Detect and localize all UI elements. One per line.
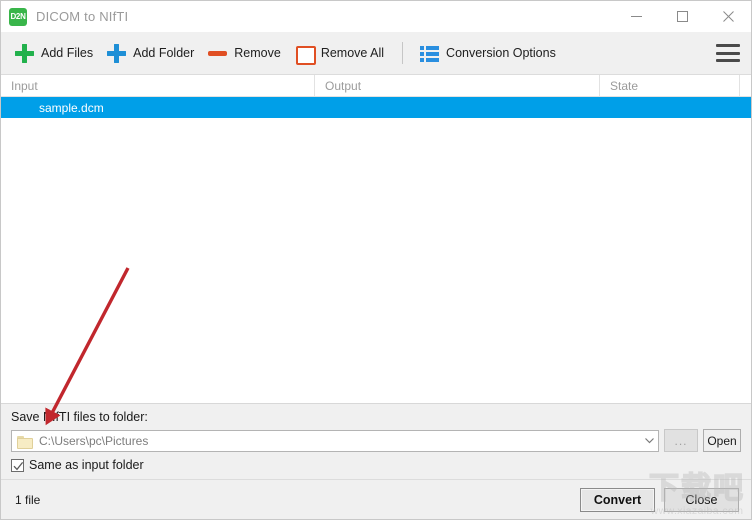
main-toolbar: Add Files Add Folder Remove Remove All C… [1,32,751,75]
chevron-down-icon[interactable] [640,431,658,451]
remove-all-label: Remove All [320,46,385,60]
list-options-icon [420,44,440,63]
save-folder-label: Save NIfTI files to folder: [11,410,148,424]
column-header-input[interactable]: Input [1,75,315,97]
open-folder-button[interactable]: Open [703,429,741,452]
remove-label: Remove [234,46,281,60]
remove-button[interactable]: Remove [204,38,291,68]
window-title: DICOM to NIfTI [36,9,129,24]
file-list[interactable]: Input Output State sample.dcm [1,75,751,404]
convert-button[interactable]: Convert [580,487,655,512]
conversion-options-button[interactable]: Conversion Options [416,38,566,68]
minus-icon [208,44,228,63]
add-folder-label: Add Folder [133,46,195,60]
add-folder-button[interactable]: Add Folder [103,38,204,68]
hamburger-menu-icon[interactable] [716,44,740,62]
minimize-icon [630,16,642,17]
output-folder-path: C:\Users\pc\Pictures [39,433,149,448]
add-files-label: Add Files [41,46,94,60]
path-row: C:\Users\pc\Pictures ... Open [11,429,741,452]
output-folder-combobox[interactable]: C:\Users\pc\Pictures [11,429,659,452]
plus-blue-icon [107,43,127,63]
title-bar: D2N DICOM to NIfTI [1,1,751,32]
window-controls [613,1,751,32]
close-window-button[interactable] [705,1,751,32]
conversion-options-label: Conversion Options [446,46,556,60]
square-outline-icon [295,44,316,65]
table-row[interactable]: sample.dcm [1,97,751,118]
plus-green-icon [15,43,34,63]
browse-folder-button[interactable]: ... [664,429,698,452]
same-as-input-checkbox[interactable] [11,458,24,472]
folder-icon [17,435,33,449]
minimize-button[interactable] [613,1,659,32]
toolbar-separator [402,42,404,64]
checkmark-icon [13,461,24,470]
file-name-cell: sample.dcm [39,100,104,115]
dicom-to-nifti-window: D2N DICOM to NIfTI Add Files Add Folder … [0,0,752,520]
output-settings-pane: Save NIfTI files to folder: C:\Users\pc\… [1,404,751,479]
same-as-input-row[interactable]: Same as input folder [11,458,741,479]
maximize-button[interactable] [659,1,705,32]
status-bar: 1 file Convert Close [1,479,751,519]
app-icon: D2N [9,7,27,26]
file-count-text: 1 file [15,492,41,507]
maximize-icon [676,11,688,22]
close-button[interactable]: Close [664,487,739,512]
status-bar-buttons: Convert Close [580,487,739,512]
close-icon [722,11,734,22]
column-header-output[interactable]: Output [315,75,600,97]
same-as-input-label: Same as input folder [29,458,144,472]
column-header-state[interactable]: State [600,75,740,97]
add-files-button[interactable]: Add Files [11,38,103,68]
file-list-header: Input Output State [1,75,751,97]
remove-all-button[interactable]: Remove All [291,38,394,68]
